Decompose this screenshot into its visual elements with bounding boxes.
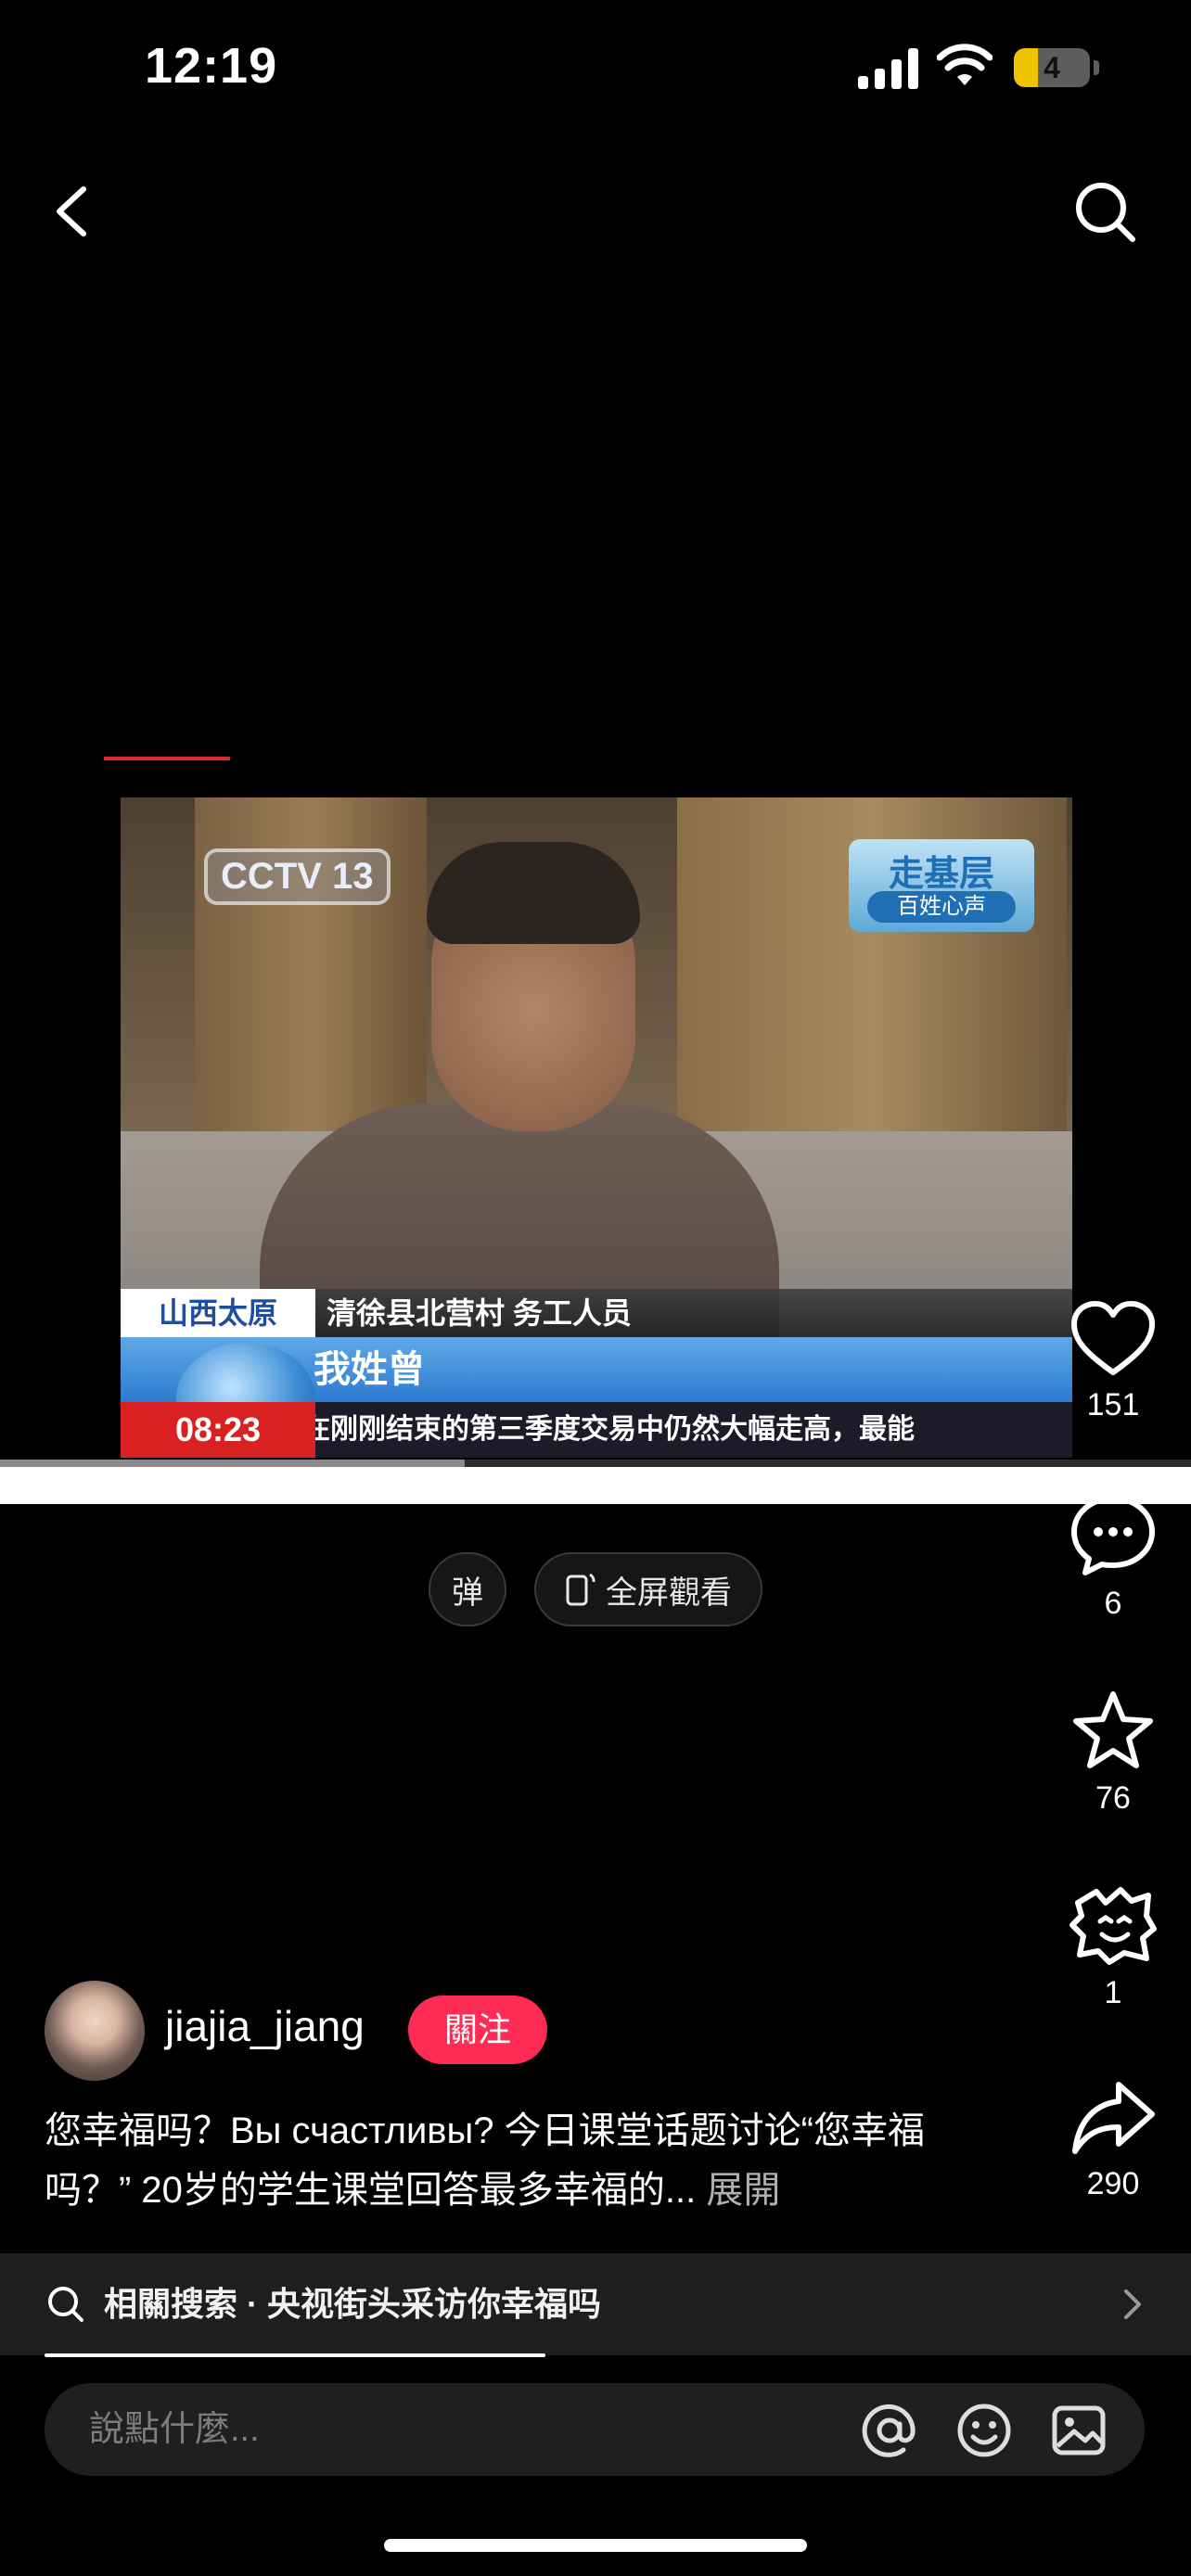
- program-badge: 走基层 百姓心声: [849, 839, 1034, 932]
- video-caption[interactable]: 您幸福吗？Вы счастливы? 今日课堂话题讨论“您幸福吗？” 20岁的学…: [45, 2101, 981, 2220]
- share-arrow-icon: [1072, 2082, 1155, 2154]
- comment-input-placeholder[interactable]: 說點什麼...: [89, 2383, 260, 2476]
- video-progress-bar[interactable]: [0, 1460, 1191, 1467]
- back-icon[interactable]: [46, 178, 102, 245]
- comment-bubble-icon: [1071, 1496, 1155, 1575]
- caption-text: 您幸福吗？Вы счастливы? 今日课堂话题讨论“您幸福吗？” 20岁的学…: [45, 2111, 925, 2211]
- news-ticker: 在刚刚结束的第三季度交易中仍然大幅走高，最能: [302, 1414, 915, 1445]
- expand-caption-link[interactable]: 展開: [706, 2170, 780, 2211]
- search-icon: [48, 2287, 83, 2322]
- battery-icon: 4: [1014, 48, 1099, 87]
- home-indicator: [384, 2539, 807, 2552]
- cellular-signal-icon: [858, 48, 918, 89]
- speaker-role: 清徐县北营村 务工人员: [327, 1296, 632, 1330]
- cctv-logo: CCTV 13: [204, 848, 391, 905]
- video-player[interactable]: CCTV 13 走基层 百姓心声 山西太原 清徐县北营村 务工人员 我姓曾 在刚…: [121, 797, 1072, 1458]
- chevron-right-icon: [1124, 2289, 1141, 2319]
- fullscreen-button[interactable]: 全屏觀看: [534, 1552, 762, 1626]
- star-icon: [1073, 1691, 1153, 1768]
- favorite-count: 76: [1095, 1780, 1131, 1816]
- rotate-phone-icon: [566, 1573, 596, 1606]
- comment-input-bar[interactable]: 說點什麼...: [45, 2383, 1145, 2476]
- wifi-icon: [937, 44, 992, 85]
- related-search-label: 相關搜索 · 央视街头采访你幸福吗: [104, 2285, 601, 2323]
- emoji-icon[interactable]: [955, 2402, 1013, 2459]
- favorite-button[interactable]: 76: [1048, 1690, 1178, 1817]
- share-button[interactable]: 290: [1048, 2079, 1178, 2202]
- related-search-bar[interactable]: 相關搜索 · 央视街头采访你幸福吗: [0, 2253, 1191, 2355]
- broadcast-clock: 08:23: [121, 1402, 315, 1458]
- danmaku-toggle-button[interactable]: 弹: [429, 1552, 506, 1626]
- speaker-name: 我姓曾: [314, 1349, 425, 1390]
- comment-count: 6: [1104, 1586, 1122, 1621]
- author-username[interactable]: jiajia_jiang: [165, 2001, 365, 2051]
- battery-level: 4: [1044, 51, 1060, 84]
- extension-button[interactable]: 1: [1048, 1884, 1178, 2011]
- comment-button[interactable]: 6: [1048, 1495, 1178, 1622]
- follow-button[interactable]: 關注: [408, 1996, 547, 2064]
- danmaku-label: 弹: [452, 1575, 483, 1611]
- mention-at-icon[interactable]: [861, 2402, 918, 2459]
- share-count: 290: [1086, 2166, 1140, 2201]
- like-button[interactable]: 151: [1048, 1300, 1178, 1423]
- video-bottom-band: [0, 1467, 1191, 1504]
- status-time: 12:19: [145, 38, 278, 94]
- like-count: 151: [1086, 1387, 1140, 1422]
- location-tag: 山西太原: [121, 1289, 315, 1337]
- image-picker-icon[interactable]: [1050, 2402, 1108, 2459]
- related-search-progress: [45, 2353, 545, 2357]
- emoji-sticker-icon: [1069, 1887, 1157, 1965]
- heart-icon: [1071, 1301, 1155, 1375]
- extension-count: 1: [1104, 1975, 1122, 2010]
- video-top-indicator: [104, 757, 230, 760]
- search-icon[interactable]: [1071, 178, 1138, 245]
- author-avatar[interactable]: [45, 1981, 145, 2081]
- fullscreen-label: 全屏觀看: [606, 1575, 732, 1611]
